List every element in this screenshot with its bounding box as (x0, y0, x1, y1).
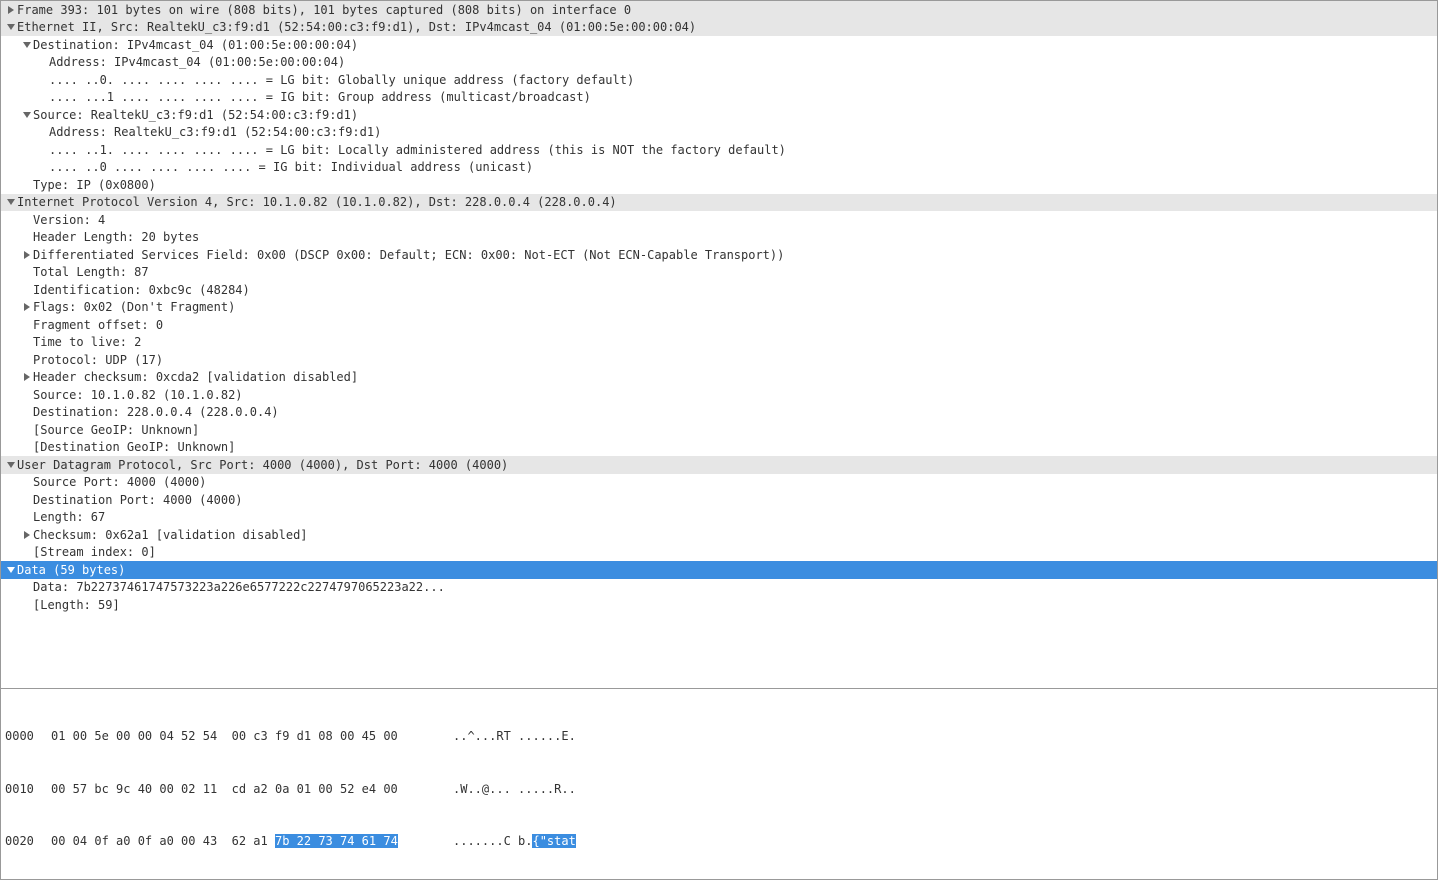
collapse-icon[interactable] (5, 566, 17, 574)
tree-leaf[interactable]: .... ...1 .... .... .... .... = IG bit: … (1, 89, 1437, 107)
tree-leaf[interactable]: [Destination GeoIP: Unknown] (1, 439, 1437, 457)
tree-leaf[interactable]: Protocol: UDP (17) (1, 351, 1437, 369)
hex-row[interactable]: 001000 57 bc 9c 40 00 02 11 cd a2 0a 01 … (5, 781, 1433, 799)
tree-leaf[interactable]: [Stream index: 0] (1, 544, 1437, 562)
tree-leaf[interactable]: Source Port: 4000 (4000) (1, 474, 1437, 492)
tree-leaf[interactable]: Header Length: 20 bytes (1, 229, 1437, 247)
eth-src-node[interactable]: Source: RealtekU_c3:f9:d1 (52:54:00:c3:f… (1, 106, 1437, 124)
ip-node[interactable]: Internet Protocol Version 4, Src: 10.1.0… (1, 194, 1437, 212)
tree-leaf[interactable]: Destination: 228.0.0.4 (228.0.0.4) (1, 404, 1437, 422)
collapse-icon[interactable] (5, 461, 17, 469)
tree-leaf[interactable]: .... ..0. .... .... .... .... = LG bit: … (1, 71, 1437, 89)
expand-icon[interactable] (5, 6, 17, 14)
tree-leaf[interactable]: Total Length: 87 (1, 264, 1437, 282)
tree-leaf[interactable]: Type: IP (0x0800) (1, 176, 1437, 194)
collapse-icon[interactable] (21, 111, 33, 119)
data-node[interactable]: Data (59 bytes) (1, 561, 1437, 579)
eth-dst-label: Destination: IPv4mcast_04 (01:00:5e:00:0… (33, 38, 358, 52)
expand-icon[interactable] (21, 373, 33, 381)
hex-row[interactable]: 002000 04 0f a0 0f a0 00 43 62 a1 7b 22 … (5, 833, 1433, 851)
collapse-icon[interactable] (21, 41, 33, 49)
ip-dscp-node[interactable]: Differentiated Services Field: 0x00 (DSC… (1, 246, 1437, 264)
udp-label: User Datagram Protocol, Src Port: 4000 (… (17, 458, 508, 472)
tree-leaf[interactable]: Address: IPv4mcast_04 (01:00:5e:00:00:04… (1, 54, 1437, 72)
udp-cksum-node[interactable]: Checksum: 0x62a1 [validation disabled] (1, 526, 1437, 544)
eth-src-label: Source: RealtekU_c3:f9:d1 (52:54:00:c3:f… (33, 108, 358, 122)
tree-leaf[interactable]: [Source GeoIP: Unknown] (1, 421, 1437, 439)
data-label: Data (59 bytes) (17, 563, 125, 577)
tree-leaf[interactable]: Time to live: 2 (1, 334, 1437, 352)
ip-label: Internet Protocol Version 4, Src: 10.1.0… (17, 195, 617, 209)
expand-icon[interactable] (21, 251, 33, 259)
tree-leaf[interactable]: Address: RealtekU_c3:f9:d1 (52:54:00:c3:… (1, 124, 1437, 142)
tree-leaf[interactable]: Fragment offset: 0 (1, 316, 1437, 334)
tree-leaf[interactable]: .... ..0 .... .... .... .... = IG bit: I… (1, 159, 1437, 177)
wireshark-window: Frame 393: 101 bytes on wire (808 bits),… (0, 0, 1438, 880)
ethernet-label: Ethernet II, Src: RealtekU_c3:f9:d1 (52:… (17, 20, 696, 34)
tree-leaf[interactable]: Version: 4 (1, 211, 1437, 229)
udp-node[interactable]: User Datagram Protocol, Src Port: 4000 (… (1, 456, 1437, 474)
ip-cksum-node[interactable]: Header checksum: 0xcda2 [validation disa… (1, 369, 1437, 387)
tree-leaf[interactable]: Length: 67 (1, 509, 1437, 527)
expand-icon[interactable] (21, 531, 33, 539)
packet-details-tree[interactable]: Frame 393: 101 bytes on wire (808 bits),… (1, 1, 1437, 689)
eth-dst-node[interactable]: Destination: IPv4mcast_04 (01:00:5e:00:0… (1, 36, 1437, 54)
frame-node[interactable]: Frame 393: 101 bytes on wire (808 bits),… (1, 1, 1437, 19)
ethernet-node[interactable]: Ethernet II, Src: RealtekU_c3:f9:d1 (52:… (1, 19, 1437, 37)
tree-leaf[interactable]: .... ..1. .... .... .... .... = LG bit: … (1, 141, 1437, 159)
tree-leaf[interactable]: Destination Port: 4000 (4000) (1, 491, 1437, 509)
tree-leaf[interactable]: Identification: 0xbc9c (48284) (1, 281, 1437, 299)
hex-row[interactable]: 000001 00 5e 00 00 04 52 54 00 c3 f9 d1 … (5, 728, 1433, 746)
frame-label: Frame 393: 101 bytes on wire (808 bits),… (17, 3, 631, 17)
tree-leaf[interactable]: Source: 10.1.0.82 (10.1.0.82) (1, 386, 1437, 404)
hex-dump-pane[interactable]: 000001 00 5e 00 00 04 52 54 00 c3 f9 d1 … (1, 689, 1437, 879)
tree-leaf[interactable]: [Length: 59] (1, 596, 1437, 614)
ip-flags-node[interactable]: Flags: 0x02 (Don't Fragment) (1, 299, 1437, 317)
expand-icon[interactable] (21, 303, 33, 311)
tree-leaf[interactable]: Data: 7b22737461747573223a226e6577222c22… (1, 579, 1437, 597)
collapse-icon[interactable] (5, 23, 17, 31)
collapse-icon[interactable] (5, 198, 17, 206)
